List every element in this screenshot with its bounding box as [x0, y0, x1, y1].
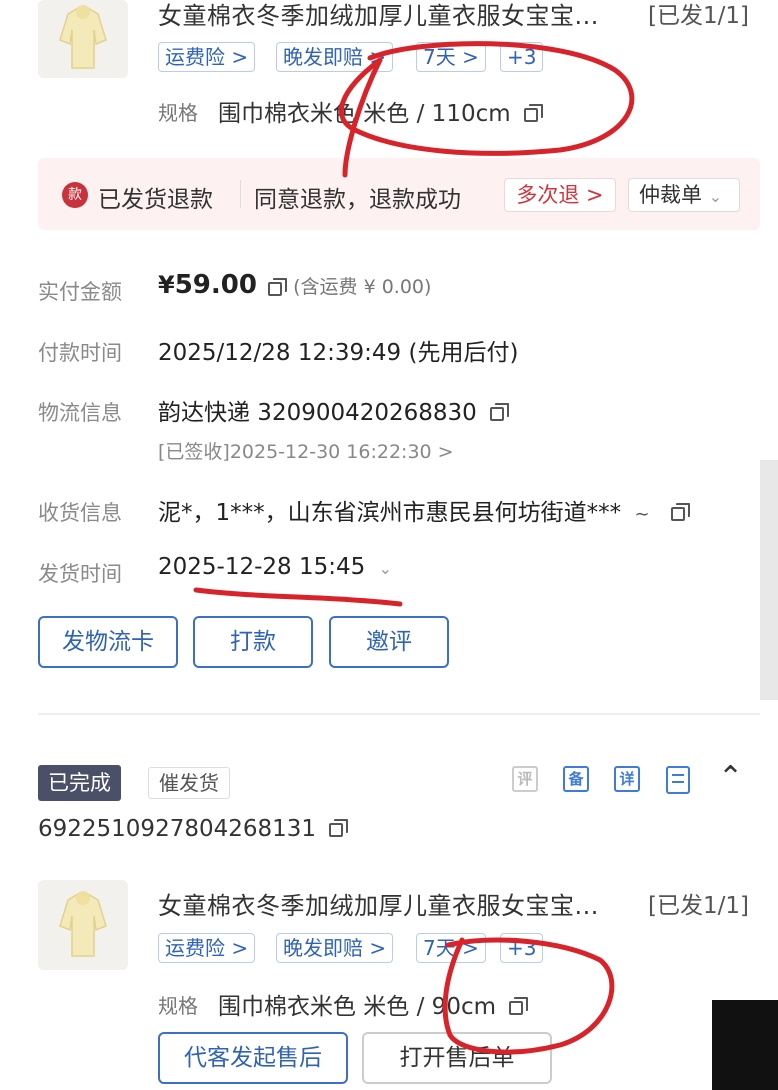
annotation-circle-110cm	[338, 41, 635, 178]
annotation-circle-90cm	[442, 937, 615, 1055]
annotation-overlay	[193, 41, 635, 1055]
annotation-underline-ship-time	[193, 587, 403, 607]
